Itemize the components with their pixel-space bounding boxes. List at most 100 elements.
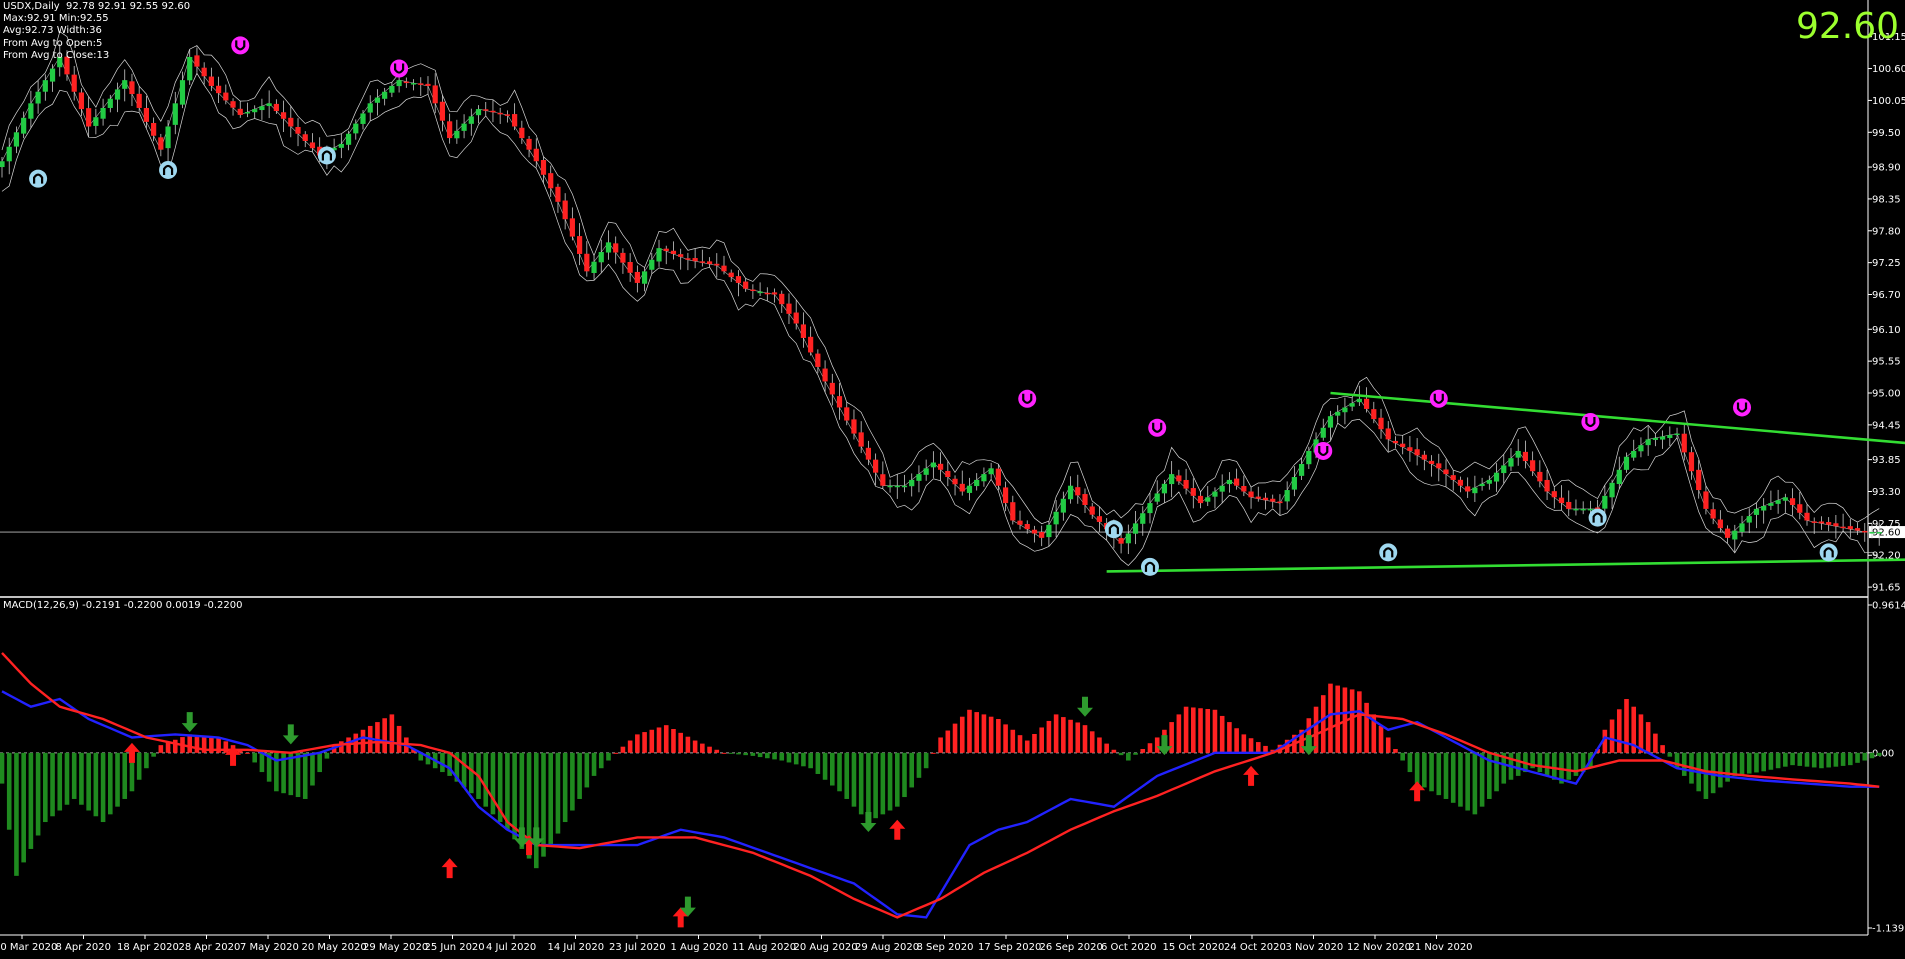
macd-histogram-bar	[974, 712, 979, 753]
price-tick-label: 95.00	[1872, 389, 1901, 400]
macd-histogram-bar	[959, 716, 965, 753]
candle-body	[591, 261, 597, 273]
macd-histogram-bar	[765, 752, 770, 759]
macd-histogram-bar	[1010, 729, 1016, 753]
candle-body	[562, 200, 568, 220]
macd-histogram-bar	[1176, 714, 1182, 753]
macd-histogram-bar	[1198, 708, 1203, 753]
candle-body	[1089, 506, 1095, 515]
fractal-down-icon	[1819, 543, 1838, 562]
candle-body	[288, 117, 294, 127]
macd-histogram-bar	[28, 752, 34, 849]
candle-body	[273, 103, 279, 112]
candle-body	[93, 117, 99, 126]
candle-body	[1667, 435, 1673, 438]
candle-body	[1428, 460, 1435, 464]
trendline[interactable]	[1330, 391, 1905, 468]
candle-body	[555, 186, 561, 202]
macd-histogram-bar	[1840, 752, 1846, 766]
macd-histogram-bar	[1335, 685, 1340, 753]
candle-body	[1804, 512, 1810, 521]
candle-body	[844, 407, 850, 421]
macd-histogram-bar	[1219, 715, 1225, 753]
candle-body	[1688, 452, 1695, 472]
candle-body	[1349, 403, 1355, 407]
lower-envelope-line	[1, 72, 1880, 566]
macd-histogram-bar	[1450, 752, 1456, 803]
price-tick-label: 100.60	[1872, 64, 1905, 75]
macd-line	[1, 690, 1880, 919]
macd-histogram-bar	[158, 745, 164, 753]
price-and-macd-chart[interactable]: 101.15100.60100.0599.5098.9098.3597.8097…	[0, 0, 1905, 955]
candle-body	[1060, 498, 1066, 513]
fractal-down-icon	[1379, 543, 1398, 562]
candle-body	[6, 146, 12, 162]
macd-histogram-bar	[700, 743, 705, 753]
time-tick-label: 4 Jul 2020	[486, 942, 536, 953]
macd-histogram-bar	[71, 752, 77, 799]
macd-histogram-bar	[548, 752, 554, 846]
macd-histogram-bar	[115, 752, 120, 807]
candle-body	[353, 123, 359, 134]
macd-histogram-bar	[1357, 691, 1362, 753]
candle-body	[995, 468, 1001, 486]
macd-histogram-bar	[1768, 752, 1774, 770]
candle-body	[1327, 416, 1334, 428]
candle-body	[584, 253, 590, 272]
current-price-display: 92.60	[1795, 6, 1899, 47]
avg-width-info: Avg:92.73 Width:36	[3, 25, 102, 36]
price-tick-label: 94.45	[1872, 420, 1901, 431]
candle-body	[1039, 532, 1045, 538]
candle-body	[1067, 485, 1074, 500]
macd-histogram-bar	[1227, 722, 1232, 753]
macd-histogram-bar	[533, 752, 539, 869]
candle-body	[1356, 398, 1362, 403]
trendline[interactable]	[1106, 557, 1905, 573]
candle-body	[295, 127, 301, 134]
candle-body	[35, 91, 41, 104]
candle-body	[930, 462, 936, 468]
buy-arrow-icon	[889, 819, 906, 840]
candle-body	[1479, 483, 1485, 487]
chart-window[interactable]: 101.15 100.60 100.05 99.50 98.90 98.35 97.80 97…	[0, 0, 1905, 955]
macd-histogram-bar	[1378, 725, 1384, 753]
macd-histogram-bar	[1436, 752, 1442, 796]
candle-body	[1436, 463, 1442, 469]
candle-body	[916, 474, 922, 481]
candle-body	[851, 419, 857, 434]
price-tick-label: 93.85	[1872, 455, 1901, 466]
candle-body	[836, 396, 843, 408]
macd-histogram-bar	[1039, 727, 1044, 753]
macd-histogram-bar	[649, 729, 655, 753]
fractal-down-icon	[1104, 520, 1123, 539]
macd-histogram-bar	[663, 725, 669, 753]
candle-body	[1789, 498, 1796, 506]
macd-histogram-bar	[945, 730, 951, 753]
macd-histogram-bar	[1458, 752, 1463, 807]
candle-body	[42, 80, 48, 92]
price-tick-label: 100.05	[1872, 96, 1905, 107]
candle-body	[1724, 528, 1731, 538]
macd-histogram-bar	[1349, 689, 1355, 753]
macd-histogram-bar	[1855, 752, 1860, 763]
from-avg-close-info: From Avg to Close:13	[3, 50, 110, 61]
macd-histogram-bar	[1862, 752, 1868, 761]
candle-body	[880, 474, 886, 486]
candle-body	[577, 236, 583, 254]
macd-histogram-bar	[122, 752, 128, 799]
candle-body	[1284, 490, 1290, 502]
candle-body	[237, 108, 243, 115]
candle-body	[1826, 522, 1832, 525]
candle-body	[815, 353, 821, 367]
candle-body	[743, 281, 749, 289]
macd-histogram-bar	[339, 741, 344, 753]
candle-body	[360, 113, 366, 124]
macd-histogram-bar	[1068, 719, 1073, 753]
candle-body	[1616, 469, 1622, 484]
candle-body	[1609, 482, 1615, 498]
macd-histogram-bar	[880, 752, 886, 815]
candle-body	[504, 114, 510, 116]
macd-histogram-bar	[1515, 752, 1521, 776]
candle-body	[280, 112, 287, 119]
macd-histogram-bar	[165, 742, 171, 753]
